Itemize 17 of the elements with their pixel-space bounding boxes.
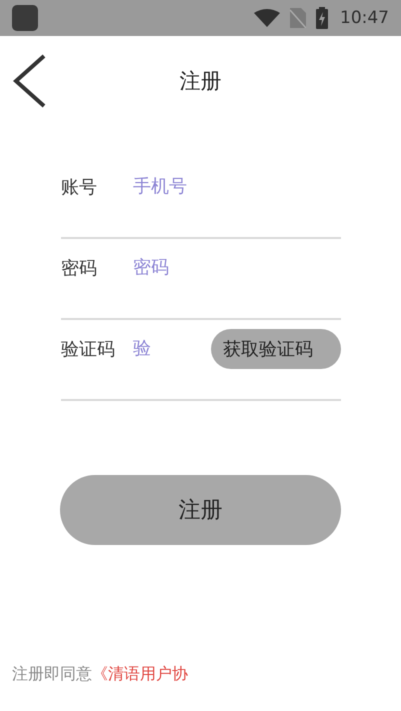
input-field[interactable]: 密码 [133,257,333,278]
agreement-link[interactable]: 《清语用户协 [92,664,188,683]
back-button[interactable] [12,54,48,108]
input-field[interactable]: 手机号 [133,176,333,197]
page-title: 注册 [180,68,222,95]
field-label: 账号 [61,176,98,198]
clock-time: 10:47 [340,8,389,28]
no-sim-icon [290,8,306,28]
battery-icon [316,7,328,29]
field-label: 密码 [61,256,98,280]
get-code-button[interactable]: 获取验证码 [211,328,341,368]
field-label: 验证码 [61,338,116,360]
input-field[interactable]: 验 [133,338,169,359]
agreement-text: 注册即同意 [12,664,92,683]
app-icon [12,5,38,31]
register-button[interactable]: 注册 [60,475,341,545]
wifi-icon [254,9,280,27]
